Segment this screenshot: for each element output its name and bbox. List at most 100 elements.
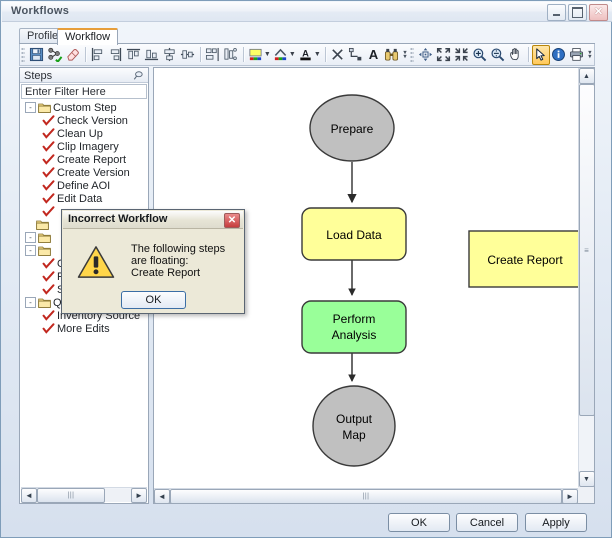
align-center-vertical-icon[interactable]	[161, 45, 179, 65]
tree-item-label: Create Report	[57, 153, 127, 166]
connector-icon[interactable]	[347, 45, 365, 65]
canvas-hscroll-left-button[interactable]: ◄	[154, 488, 170, 504]
check-step-icon	[42, 115, 55, 126]
toolbar-separator-3	[242, 47, 244, 62]
dialog-title: Incorrect Workflow	[68, 213, 168, 225]
zoom-out-icon[interactable]	[489, 45, 507, 65]
node-load-data[interactable]: Load Data	[301, 207, 407, 261]
eraser-icon[interactable]	[64, 45, 82, 65]
fit-page-icon[interactable]	[435, 45, 453, 65]
line-color-icon[interactable]	[272, 45, 290, 65]
window-title-bar: Workflows ✕	[2, 2, 612, 22]
canvas-scroll-corner	[578, 487, 594, 503]
font-color-icon[interactable]: A	[297, 45, 315, 65]
align-bottom-icon[interactable]	[143, 45, 161, 65]
print-icon[interactable]	[568, 45, 586, 65]
expand-icon[interactable]	[453, 45, 471, 65]
font-color-dropdown-arrow[interactable]: ▼	[314, 51, 321, 58]
tree-step-row[interactable]: Clean Up	[21, 127, 147, 140]
steps-panel-header: Steps	[20, 68, 148, 83]
node-create-report[interactable]: Create Report	[468, 230, 578, 288]
node-prepare[interactable]: Prepare	[309, 94, 395, 162]
check-step-icon	[42, 323, 55, 334]
tree-expander-toggle[interactable]: -	[25, 102, 36, 113]
save-icon[interactable]	[27, 45, 45, 65]
toolbar-grip-2[interactable]	[410, 46, 415, 63]
tree-step-row[interactable]: Create Report	[21, 153, 147, 166]
folder-icon	[38, 297, 51, 308]
distribute-horizontal-icon[interactable]	[204, 45, 222, 65]
check-step-icon	[42, 206, 55, 217]
zoom-in-icon[interactable]	[471, 45, 489, 65]
incorrect-workflow-dialog: Incorrect Workflow ✕ The following steps…	[61, 209, 245, 314]
apply-button[interactable]: Apply	[525, 513, 587, 532]
steps-hscrollbar[interactable]: ◄ ||| ►	[21, 487, 147, 503]
tree-expander-toggle[interactable]: -	[25, 232, 36, 243]
tree-step-row[interactable]: Define AOI	[21, 179, 147, 192]
toolbar-overflow-2[interactable]: ▾ ▾	[586, 46, 594, 64]
canvas-vscroll-thumb[interactable]: ≡	[578, 84, 595, 416]
tree-step-row[interactable]: More Edits	[21, 322, 147, 335]
ok-button[interactable]: OK	[388, 513, 450, 532]
tree-step-row[interactable]: Create Version	[21, 166, 147, 179]
check-step-icon	[42, 193, 55, 204]
align-top-icon[interactable]	[125, 45, 143, 65]
toolbar-separator-1	[84, 47, 86, 62]
close-button[interactable]: ✕	[589, 4, 608, 21]
delete-x-icon[interactable]	[329, 45, 347, 65]
select-arrow-icon[interactable]	[531, 44, 550, 65]
steps-hscroll-left-button[interactable]: ◄	[21, 487, 37, 503]
minimize-button[interactable]	[547, 4, 566, 21]
tab-workflow[interactable]: Workflow	[57, 28, 119, 45]
steps-hscroll-track[interactable]	[105, 488, 131, 502]
check-step-icon	[42, 271, 55, 282]
tree-expander-toggle[interactable]: -	[25, 297, 36, 308]
steps-hscroll-thumb[interactable]: |||	[37, 487, 105, 503]
text-icon[interactable]: A	[365, 45, 383, 65]
canvas-vscroll-down-button[interactable]: ▼	[578, 471, 595, 487]
pin-icon[interactable]	[133, 70, 144, 81]
tree-step-row[interactable]: Clip Imagery	[21, 140, 147, 153]
cancel-button[interactable]: Cancel	[456, 513, 518, 532]
dialog-close-button[interactable]: ✕	[224, 213, 240, 228]
node-perform-analysis[interactable]: Perform Analysis	[301, 300, 407, 354]
align-middle-horizontal-icon[interactable]	[179, 45, 197, 65]
dialog-message: The following steps are floating:	[131, 243, 226, 267]
pan-move-icon[interactable]	[416, 45, 434, 65]
check-step-icon	[42, 128, 55, 139]
node-prepare-label: Prepare	[331, 122, 374, 136]
canvas-vscrollbar[interactable]: ▲ ≡ ▼	[578, 68, 595, 487]
info-icon[interactable]	[550, 45, 568, 65]
check-step-icon	[42, 310, 55, 321]
node-output-map-label-2: Map	[342, 428, 366, 442]
find-binoculars-icon[interactable]	[383, 45, 401, 65]
validate-workflow-icon[interactable]	[46, 45, 64, 65]
dialog-detail: Create Report	[131, 267, 201, 279]
canvas-hscroll-right-button[interactable]: ►	[562, 488, 578, 504]
steps-filter-input[interactable]	[21, 84, 147, 99]
distribute-vertical-icon[interactable]	[222, 45, 240, 65]
window-controls: ✕	[547, 4, 608, 21]
align-right-icon[interactable]	[107, 45, 125, 65]
check-step-icon	[42, 258, 55, 269]
hand-pan-icon[interactable]	[507, 45, 525, 65]
warning-triangle-icon	[77, 245, 115, 279]
fill-color-icon[interactable]	[247, 45, 265, 65]
tree-step-row[interactable]: Check Version	[21, 114, 147, 127]
line-color-dropdown-arrow[interactable]: ▼	[289, 51, 296, 58]
steps-hscroll-right-button[interactable]: ►	[131, 487, 147, 503]
canvas-hscrollbar[interactable]: ◄ ||| ►	[154, 488, 578, 504]
fill-color-dropdown-arrow[interactable]: ▼	[264, 51, 271, 58]
canvas-hscroll-thumb[interactable]: |||	[170, 488, 562, 504]
toolbar-grip-1[interactable]	[21, 46, 26, 63]
maximize-button[interactable]	[568, 4, 587, 21]
toolbar-overflow-1[interactable]: ▾ ▾	[401, 46, 409, 64]
tree-expander-toggle[interactable]: -	[25, 245, 36, 256]
align-left-icon[interactable]	[89, 45, 107, 65]
dialog-ok-button[interactable]: OK	[121, 291, 186, 309]
canvas-vscroll-up-button[interactable]: ▲	[578, 68, 595, 84]
node-output-map[interactable]: Output Map	[312, 385, 396, 467]
tree-folder-row[interactable]: - Custom Step	[21, 101, 147, 114]
tree-step-row[interactable]: Edit Data	[21, 192, 147, 205]
tree-expander-toggle[interactable]	[25, 220, 34, 229]
